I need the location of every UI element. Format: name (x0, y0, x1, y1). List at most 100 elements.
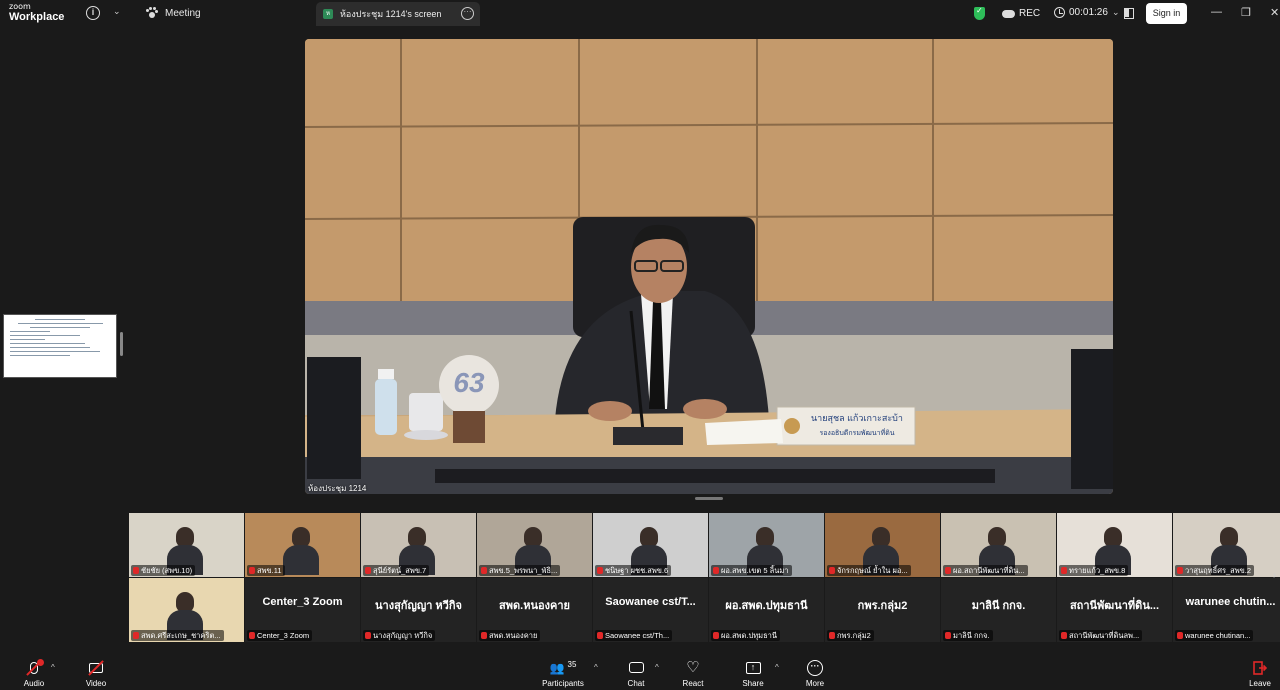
gallery-next-icon[interactable]: › (1273, 570, 1276, 581)
chat-label: Chat (627, 679, 645, 688)
audio-options-caret[interactable]: ^ (51, 663, 55, 672)
participant-display-name: Center_3 Zoom (262, 596, 343, 608)
participant-tile[interactable]: ผอ.สถานีพัฒนาที่ดิน... (941, 513, 1056, 577)
participant-display-name: Saowanee cst/T... (605, 596, 696, 608)
mic-muted-icon (945, 632, 951, 639)
participant-tile[interactable]: ทรายแก้ว_สพข.8 (1057, 513, 1172, 577)
participant-tile[interactable]: Saowanee cst/T... Saowanee cst/Th... (593, 578, 708, 642)
mic-muted-icon (829, 632, 835, 639)
cloud-icon (1002, 9, 1015, 18)
participant-name-tag: ทรายแก้ว_สพข.8 (1059, 565, 1129, 576)
share-label: Share (742, 679, 764, 688)
react-label: React (682, 679, 704, 688)
chat-button[interactable]: Chat (611, 659, 661, 688)
participant-name-tag: Center_3 Zoom (247, 630, 313, 641)
rec-label: REC (1019, 8, 1041, 19)
heart-icon: ♡ (686, 659, 700, 676)
participant-tile[interactable]: กพร.กลุ่ม2 กพร.กลุ่ม2 (825, 578, 940, 642)
main-speaker-video[interactable]: 63 นายสุชล แก้วเกาะสะบ้า รองอธิบดีกรมพัฒ… (305, 39, 1113, 494)
participants-count: 35 (567, 660, 577, 669)
more-icon: ··· (807, 659, 823, 676)
participant-tile[interactable]: นางสุกัญญา หวีกิจ นางสุกัญญา หวีกิจ (361, 578, 476, 642)
participant-name: ชัยชัย (สพข.10) (141, 566, 193, 575)
participant-tile[interactable]: สถานีพัฒนาที่ดิน... สถานีพัฒนาที่ดินลพ... (1057, 578, 1172, 642)
timer-value: 00:01:26 (1069, 7, 1108, 18)
participant-name-tag: จักรกฤษณ์ ย้ำใน ผอ... (827, 565, 911, 576)
info-icon[interactable]: i (86, 6, 100, 20)
mic-muted-icon (597, 632, 603, 639)
participant-name: Center_3 Zoom (257, 631, 310, 640)
participant-name: สุนีย์รัตน์_สพข.7 (373, 566, 427, 575)
mic-muted-icon (945, 567, 951, 574)
video-label: Video (85, 679, 107, 688)
participant-name: สพข.5_พรพนา_พัธิ... (489, 566, 558, 575)
more-options-icon[interactable]: ··· (461, 7, 474, 20)
participant-name: นางสุกัญญา หวีกิจ (373, 631, 433, 640)
participant-display-name: ผอ.สพด.ปทุมธานี (725, 600, 808, 612)
sign-in-button[interactable]: Sign in (1146, 3, 1187, 24)
participant-name: ผอ.สพด.ปทุมธานี (721, 631, 778, 640)
participant-tile[interactable]: warunee chutin... warunee chutinan... (1173, 578, 1280, 642)
participant-display-name: มาลินี กกจ. (971, 600, 1026, 612)
participant-tile[interactable]: ผอ.สพด.ปทุมธานี ผอ.สพด.ปทุมธานี (709, 578, 824, 642)
leave-icon (1253, 660, 1268, 675)
minimize-icon[interactable]: — (1211, 6, 1222, 18)
meeting-timer[interactable]: 00:01:26 ⌄ (1054, 7, 1119, 18)
participant-name: กพร.กลุ่ม2 (837, 631, 871, 640)
participant-name: ผอ.สพข.เขต 5 ลิ้นมา (721, 566, 789, 575)
participant-tile[interactable]: จักรกฤษณ์ ย้ำใน ผอ... (825, 513, 940, 577)
participant-video (283, 527, 319, 577)
participants-options-caret[interactable]: ^ (594, 663, 598, 672)
participant-tile[interactable]: สพข.11 (245, 513, 360, 577)
share-button[interactable]: ↑ Share (728, 659, 778, 688)
title-bar: zoom Workplace i ⌄ Meeting ห ห้องประชุม … (0, 0, 1280, 28)
layout-icon[interactable] (1124, 8, 1134, 19)
share-screen-icon: ↑ (745, 661, 761, 674)
chat-options-caret[interactable]: ^ (655, 663, 659, 672)
gallery-resize-handle[interactable] (695, 497, 723, 500)
video-button[interactable]: Video (71, 659, 121, 688)
restore-icon[interactable]: ❐ (1241, 6, 1251, 19)
mic-muted-icon (1177, 632, 1183, 639)
screen-tab-label: ห้องประชุม 1214's screen (340, 9, 442, 19)
participant-tile[interactable]: วาสุนฤทธิ์ศร_สพข.2 (1173, 513, 1280, 577)
shared-screen-thumbnail[interactable] (3, 314, 117, 378)
chevron-down-icon[interactable]: ⌄ (113, 6, 121, 17)
close-icon[interactable]: ✕ (1270, 6, 1279, 19)
meeting-menu[interactable]: Meeting (146, 7, 201, 19)
participant-name-tag: ผอ.สพข.เขต 5 ลิ้นมา (711, 565, 792, 576)
chat-icon (628, 662, 644, 673)
mic-muted-icon (249, 632, 255, 639)
more-label: More (805, 679, 825, 688)
speaker-video-frame (305, 39, 1113, 494)
participant-name: สพข.11 (257, 566, 282, 575)
participant-tile[interactable]: Center_3 Zoom Center_3 Zoom (245, 578, 360, 642)
participants-button[interactable]: 👥 35 Participants (537, 659, 589, 688)
recording-indicator[interactable]: REC (1002, 8, 1040, 19)
security-shield-icon[interactable] (974, 6, 985, 20)
share-options-caret[interactable]: ^ (775, 663, 779, 672)
screen-share-tab[interactable]: ห ห้องประชุม 1214's screen ··· (316, 2, 480, 26)
participant-tile[interactable]: สพด.ศรีสะเกษ_ชาคริต... (129, 578, 244, 642)
more-button[interactable]: ··· More (790, 659, 840, 688)
participant-tile[interactable]: สพข.5_พรพนา_พัธิ... (477, 513, 592, 577)
participant-tile[interactable]: ชนิษฐา ผชช.สพข.6 (593, 513, 708, 577)
participant-name-tag: ชนิษฐา ผชช.สพข.6 (595, 565, 672, 576)
participant-tile[interactable]: สุนีย์รัตน์_สพข.7 (361, 513, 476, 577)
mic-muted-icon (249, 567, 255, 574)
participant-name-tag: ผอ.สถานีพัฒนาที่ดิน... (943, 565, 1028, 576)
participant-display-name: กพร.กลุ่ม2 (857, 600, 908, 612)
leave-button[interactable]: Leave (1235, 659, 1280, 688)
participant-tile[interactable]: ชัยชัย (สพข.10) (129, 513, 244, 577)
participant-name-tag: ชัยชัย (สพข.10) (131, 565, 196, 576)
mic-muted-icon (829, 567, 835, 574)
audio-label: Audio (23, 679, 45, 688)
panel-resize-handle[interactable] (120, 332, 123, 356)
participant-name-tag: สพด.หนองคาย (479, 630, 541, 641)
participant-name-tag: warunee chutinan... (1175, 630, 1254, 641)
participant-tile[interactable]: สพด.หนองคาย สพด.หนองคาย (477, 578, 592, 642)
participant-tile[interactable]: มาลินี กกจ. มาลินี กกจ. (941, 578, 1056, 642)
participant-tile[interactable]: ผอ.สพข.เขต 5 ลิ้นมา (709, 513, 824, 577)
nameplate-name: นายสุชล แก้วเกาะสะบ้า (811, 413, 903, 423)
react-button[interactable]: ♡ React (668, 659, 718, 688)
